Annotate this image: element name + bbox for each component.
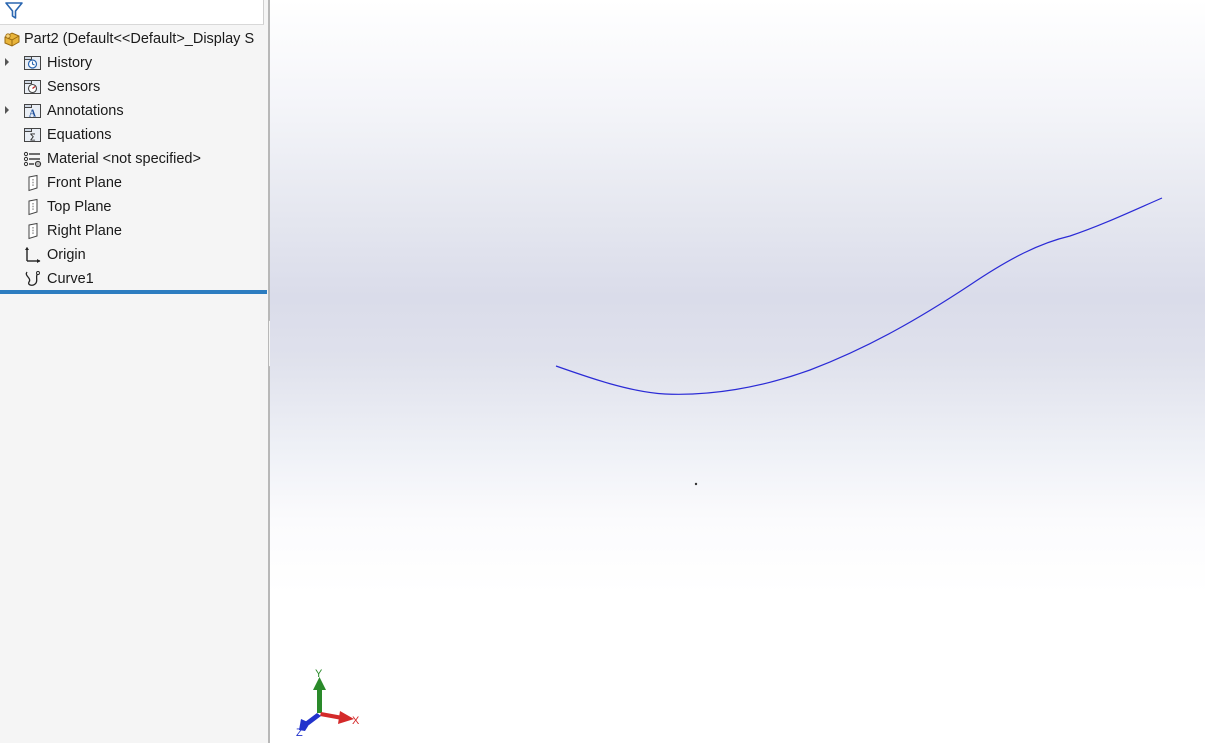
feature-manager-tree: Part2 (Default<<Default>_Display S Histo… xyxy=(0,0,268,743)
expand-arrow-icon[interactable] xyxy=(5,106,9,114)
history-folder-icon xyxy=(24,56,41,70)
tree-item-material[interactable]: Material <not specified> xyxy=(0,147,268,171)
rollback-bar[interactable] xyxy=(0,290,267,294)
origin-point xyxy=(694,482,698,486)
tree-item-top-plane[interactable]: Top Plane xyxy=(0,195,268,219)
tree-item-label: Top Plane xyxy=(47,199,112,215)
tree-item-label: History xyxy=(47,55,93,71)
tree-item-label: Sensors xyxy=(47,79,101,95)
tree-item-label: Equations xyxy=(47,127,112,143)
triad-y-axis xyxy=(317,686,322,713)
solidworks-window: Part2 (Default<<Default>_Display S Histo… xyxy=(0,0,1205,743)
plane-icon xyxy=(28,174,38,192)
triad-x-label: X xyxy=(352,715,360,727)
triad-z-label: Z xyxy=(296,727,303,739)
equations-folder-icon: Σ xyxy=(24,128,41,144)
plane-icon xyxy=(28,222,38,240)
tree-item-label: Annotations xyxy=(47,103,124,119)
tree-root-label: Part2 (Default<<Default>_Display S xyxy=(24,31,255,47)
curve1-sketch-line[interactable] xyxy=(555,197,1163,395)
tree-item-history[interactable]: History xyxy=(0,51,268,75)
annotations-folder-icon: A xyxy=(24,104,41,120)
tree-item-label: Material <not specified> xyxy=(47,151,201,167)
viewport-canvas: Y X Z xyxy=(296,197,1163,739)
triad-y-label: Y xyxy=(315,668,323,680)
svg-text:Σ: Σ xyxy=(29,133,35,144)
sensors-folder-icon xyxy=(24,80,41,94)
filter-icon[interactable] xyxy=(4,1,24,21)
tree-item-label: Front Plane xyxy=(47,175,122,191)
tree-item-origin[interactable]: Origin xyxy=(0,243,268,267)
tree-item-right-plane[interactable]: Right Plane xyxy=(0,219,268,243)
tree-item-label: Origin xyxy=(47,247,86,263)
tree-root-part[interactable]: Part2 (Default<<Default>_Display S xyxy=(0,27,268,51)
tree-item-label: Curve1 xyxy=(47,271,94,287)
tree-filter-bar[interactable] xyxy=(0,0,264,25)
material-icon xyxy=(23,151,42,168)
origin-icon xyxy=(25,247,41,263)
graphics-viewport[interactable]: Y X Z xyxy=(270,0,1205,743)
expand-arrow-icon[interactable] xyxy=(5,58,9,66)
plane-icon xyxy=(28,198,38,216)
tree-item-front-plane[interactable]: Front Plane xyxy=(0,171,268,195)
curve-icon xyxy=(25,271,40,286)
tree-item-label: Right Plane xyxy=(47,223,122,239)
svg-text:A: A xyxy=(29,109,37,120)
tree-item-equations[interactable]: Σ Equations xyxy=(0,123,268,147)
axis-triad: Y X Z xyxy=(296,668,360,739)
part-icon xyxy=(4,32,20,47)
tree-item-annotations[interactable]: A Annotations xyxy=(0,99,268,123)
tree-item-curve1[interactable]: Curve1 xyxy=(0,267,268,291)
tree-item-sensors[interactable]: Sensors xyxy=(0,75,268,99)
